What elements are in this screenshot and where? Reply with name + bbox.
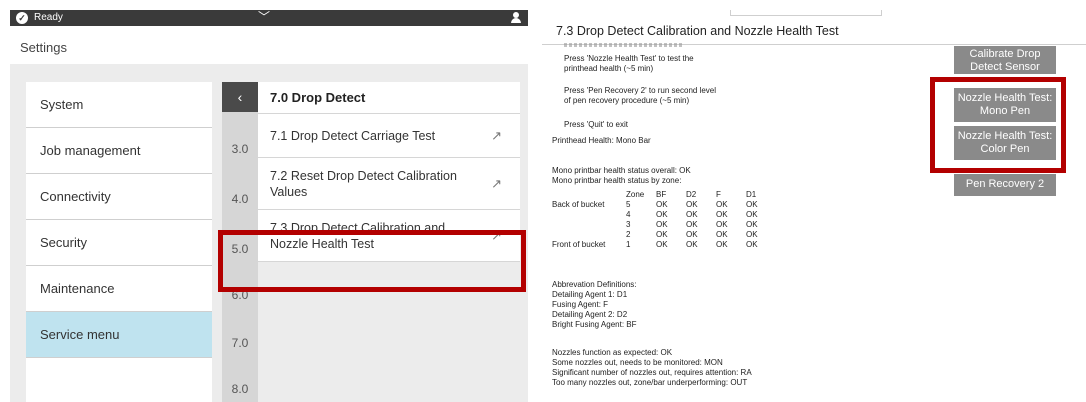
column-header: D1 xyxy=(746,190,757,199)
status-bar: ✓ Ready ﹀ xyxy=(10,10,528,26)
abbreviation-line: Bright Fusing Agent: BF xyxy=(552,320,637,329)
settings-panel: ✓ Ready ﹀ Settings System Job management… xyxy=(10,10,528,402)
status-cell: OK xyxy=(746,200,758,209)
instruction-line: Press 'Nozzle Health Test' to test the xyxy=(564,54,694,63)
chevron-down-icon[interactable]: ﹀ xyxy=(258,11,270,23)
instruction-line: Press 'Quit' to exit xyxy=(564,120,628,129)
highlight-box xyxy=(930,77,1066,173)
highlight-box xyxy=(218,230,526,292)
status-cell: OK xyxy=(656,200,668,209)
row-label xyxy=(552,210,626,220)
sidebar-item-connectivity[interactable]: Connectivity xyxy=(26,174,212,220)
cropped-text-line xyxy=(564,43,684,47)
status-cell: OK xyxy=(716,200,728,209)
abbreviation-line: Detailing Agent 2: D2 xyxy=(552,310,628,319)
menu-item-label: 7.1 Drop Detect Carriage Test xyxy=(270,128,436,143)
column-header: D2 xyxy=(686,190,697,199)
sidebar-item-maintenance[interactable]: Maintenance xyxy=(26,266,212,312)
status-cell: OK xyxy=(656,240,668,249)
status-cell: OK xyxy=(746,220,758,229)
table-row: 2 OK OK OK OK xyxy=(552,230,776,240)
table-row: Back of bucket 5 OK OK OK OK xyxy=(552,200,776,210)
menu-item-label: 7.2 Reset Drop Detect Calibration Values xyxy=(270,168,457,199)
legend-line: Some nozzles out, needs to be monitored:… xyxy=(552,358,723,367)
row-label xyxy=(552,230,626,240)
table-row: 4 OK OK OK OK xyxy=(552,210,776,220)
column-header: Zone xyxy=(626,190,645,199)
status-cell: OK xyxy=(716,220,728,229)
search-field-fragment xyxy=(730,10,882,16)
back-button[interactable]: ‹ xyxy=(222,82,258,112)
external-arrow-icon: ↗ xyxy=(491,175,502,191)
status-cell: OK xyxy=(656,230,668,239)
section-number[interactable]: 4.0 xyxy=(222,192,258,206)
calibrate-drop-detect-button[interactable]: Calibrate Drop Detect Sensor xyxy=(954,46,1056,74)
zone-cell: 1 xyxy=(626,240,631,249)
status-cell: OK xyxy=(746,230,758,239)
menu-item-carriage-test[interactable]: 7.1 Drop Detect Carriage Test ↗ xyxy=(258,114,520,158)
zone-health-table: Zone BF D2 F D1 Back of bucket 5 OK OK O… xyxy=(552,190,776,250)
zone-cell: 5 xyxy=(626,200,631,209)
detail-title: 7.3 Drop Detect Calibration and Nozzle H… xyxy=(556,24,839,38)
status-cell: OK xyxy=(686,220,698,229)
zone-cell: 4 xyxy=(626,210,631,219)
section-number[interactable]: 8.0 xyxy=(222,382,258,396)
section-number[interactable]: 7.0 xyxy=(222,336,258,350)
settings-header: Settings xyxy=(10,26,528,64)
column-header: F xyxy=(716,190,721,199)
column-header: BF xyxy=(656,190,667,199)
zone-cell: 2 xyxy=(626,230,631,239)
status-cell: OK xyxy=(686,230,698,239)
sidebar-item-job-management[interactable]: Job management xyxy=(26,128,212,174)
user-icon[interactable] xyxy=(510,12,522,24)
sidebar-item-empty xyxy=(26,358,212,402)
status-cell: OK xyxy=(656,220,668,229)
calibration-detail-panel: 7.3 Drop Detect Calibration and Nozzle H… xyxy=(542,10,1086,402)
status-cell: OK xyxy=(716,240,728,249)
status-cell: OK xyxy=(686,210,698,219)
overall-status: Mono printbar health status overall: OK xyxy=(552,166,691,175)
row-label xyxy=(552,220,626,230)
status-cell: OK xyxy=(716,230,728,239)
status-cell: OK xyxy=(686,240,698,249)
sidebar: System Job management Connectivity Secur… xyxy=(26,82,212,402)
legend-line: Nozzles function as expected: OK xyxy=(552,348,673,357)
sidebar-item-system[interactable]: System xyxy=(26,82,212,128)
menu-title: 7.0 Drop Detect xyxy=(258,82,520,114)
menu-item-reset-calibration[interactable]: 7.2 Reset Drop Detect Calibration Values… xyxy=(258,158,520,210)
sidebar-item-security[interactable]: Security xyxy=(26,220,212,266)
status-cell: OK xyxy=(746,210,758,219)
abbreviation-line: Fusing Agent: F xyxy=(552,300,609,309)
table-row: Front of bucket 1 OK OK OK OK xyxy=(552,240,776,250)
printhead-health: Printhead Health: Mono Bar xyxy=(552,136,651,145)
status-cell: OK xyxy=(746,240,758,249)
row-label: Front of bucket xyxy=(552,240,606,249)
instruction-line: Press 'Pen Recovery 2' to run second lev… xyxy=(564,86,717,95)
status-cell: OK xyxy=(716,210,728,219)
sidebar-item-service-menu[interactable]: Service menu xyxy=(26,312,212,358)
pen-recovery-button[interactable]: Pen Recovery 2 xyxy=(954,174,1056,196)
status-cell: OK xyxy=(656,210,668,219)
instruction-line: printhead health (~5 min) xyxy=(564,64,654,73)
zone-status-heading: Mono printbar health status by zone: xyxy=(552,176,682,185)
zone-cell: 3 xyxy=(626,220,631,229)
legend-line: Significant number of nozzles out, requi… xyxy=(552,368,752,377)
instruction-line: of pen recovery procedure (~5 min) xyxy=(564,96,690,105)
status-text: Ready xyxy=(34,12,63,23)
abbreviation-line: Detailing Agent 1: D1 xyxy=(552,290,628,299)
abbreviation-line: Abbrevation Definitions: xyxy=(552,280,637,289)
page-title: Settings xyxy=(20,40,67,55)
table-header-row: Zone BF D2 F D1 xyxy=(552,190,776,200)
table-row: 3 OK OK OK OK xyxy=(552,220,776,230)
section-number[interactable]: 3.0 xyxy=(222,142,258,156)
legend-line: Too many nozzles out, zone/bar underperf… xyxy=(552,378,748,387)
status-cell: OK xyxy=(686,200,698,209)
row-label: Back of bucket xyxy=(552,200,605,209)
check-circle-icon: ✓ xyxy=(16,12,28,24)
external-arrow-icon: ↗ xyxy=(491,127,502,143)
